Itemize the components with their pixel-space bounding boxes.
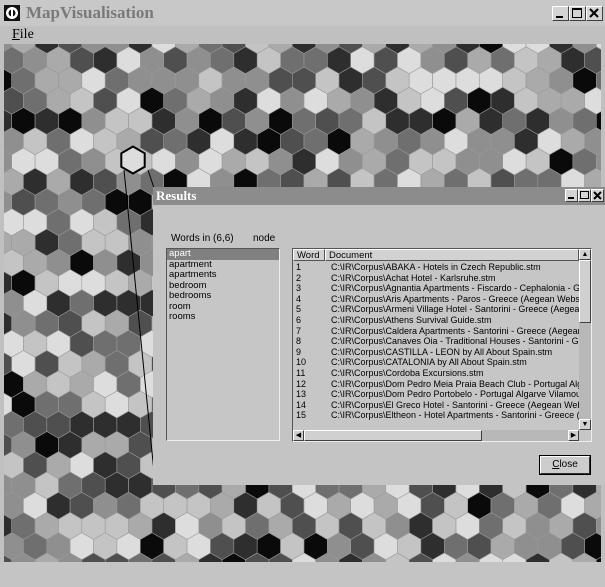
close-window-button[interactable] [586, 6, 603, 21]
horizontal-scroll-thumb[interactable] [304, 430, 482, 441]
arrow-left-icon: ◀ [295, 432, 302, 439]
menu-file-label: ile [19, 27, 34, 42]
table-row[interactable]: 10 C:\IR\Corpus\CATALONIA by All About Sp… [293, 357, 579, 368]
words-listbox[interactable]: apart apartment apartments bedroom bedrooms r… [166, 248, 280, 441]
row-document: C:\IR\Corpus\Dom Pedro Meia Praia Beach … [331, 378, 579, 389]
table-row[interactable]: 8 C:\IR\Corpus\Canaves Oia - Traditional … [293, 336, 579, 347]
row-number: 4 [296, 293, 302, 304]
arrow-down-icon: ▼ [581, 421, 589, 428]
row-number: 6 [296, 314, 302, 325]
minimize-button[interactable] [552, 6, 569, 21]
row-document: C:\IR\Corpus\Achat Hotel - Karlsruhe.stm [331, 272, 496, 283]
words-label: Words in (6,6) [171, 233, 234, 244]
row-document: C:\IR\Corpus\CATALONIA by All About Spai… [331, 357, 527, 368]
documents-header: Word Document [293, 249, 579, 261]
results-close-button[interactable] [591, 189, 604, 202]
table-row[interactable]: 3 C:\IR\Corpus\Agnantia Apartments - Fisc… [293, 283, 579, 294]
row-number: 9 [296, 346, 302, 357]
horizontal-scrollbar[interactable]: ◀ ▶ [293, 430, 579, 441]
results-title-bar[interactable]: Results [153, 187, 605, 205]
minimize-icon [556, 16, 563, 18]
results-maximize-button[interactable] [578, 189, 591, 202]
table-row[interactable]: 5 C:\IR\Corpus\Armeni Village Hotel - San… [293, 304, 579, 315]
maximize-icon [572, 8, 582, 18]
scroll-left-button[interactable]: ◀ [293, 430, 304, 441]
row-number: 13 [296, 389, 307, 400]
menu-file-mnemonic: F [12, 27, 20, 42]
row-number: 14 [296, 399, 307, 410]
documents-rows: 1 C:\IR\Corpus\ABAKA - Hotels in Czech Re… [293, 262, 579, 430]
status-bar [0, 562, 605, 587]
table-row[interactable]: 1 C:\IR\Corpus\ABAKA - Hotels in Czech Re… [293, 262, 579, 273]
row-number: 3 [296, 283, 302, 294]
row-number: 15 [296, 410, 307, 421]
results-title: Results [156, 188, 197, 203]
row-document: C:\IR\Corpus\Armeni Village Hotel - Sant… [331, 304, 579, 315]
minimize-icon [568, 197, 574, 199]
row-document: C:\IR\Corpus\El Greco Hotel - Santorini … [331, 399, 579, 410]
table-row[interactable]: 7 C:\IR\Corpus\Caldera Apartments - Santo… [293, 326, 579, 337]
row-document: C:\IR\Corpus\CASTILLA - LEON by All Abou… [331, 346, 553, 357]
menu-bar: File [0, 26, 605, 44]
maximize-icon [580, 191, 589, 199]
row-document: C:\IR\Corpus\Caldera Apartments - Santor… [331, 325, 579, 336]
word-item[interactable]: rooms [167, 311, 279, 323]
word-item[interactable]: bedrooms [167, 290, 279, 302]
close-icon [593, 191, 602, 200]
table-row[interactable]: 11 C:\IR\Corpus\Cordoba Excursions.stm [293, 368, 579, 379]
results-dialog: Results Words in (6,6) node apart apartme… [153, 187, 605, 485]
scroll-right-button[interactable]: ▶ [568, 430, 579, 441]
vertical-scroll-thumb[interactable] [579, 260, 591, 323]
vertical-scrollbar[interactable]: ▲ ▼ [579, 249, 591, 430]
row-number: 7 [296, 325, 302, 336]
column-header-document[interactable]: Document [325, 249, 579, 261]
close-label: lose [559, 459, 578, 470]
row-document: C:\IR\Corpus\Athens Survival Guide.stm [331, 314, 492, 325]
row-document: C:\IR\Corpus\ABAKA - Hotels in Czech Rep… [331, 262, 541, 272]
scroll-up-button[interactable]: ▲ [579, 249, 591, 260]
arrow-right-icon: ▶ [570, 432, 577, 439]
main-window: MapVisualisation File Results Words in (… [0, 0, 605, 587]
row-number: 10 [296, 357, 307, 368]
selected-hex-cell[interactable] [120, 145, 146, 175]
documents-table[interactable]: Word Document 1 C:\IR\Corpus\ABAKA - Hote… [292, 248, 592, 442]
row-document: C:\IR\Corpus\Dom Pedro Portobelo - Portu… [331, 389, 579, 400]
row-document: C:\IR\Corpus\Canaves Oia - Traditional H… [331, 336, 579, 347]
row-document: C:\IR\Corpus\Cordoba Excursions.stm [331, 367, 484, 378]
row-number: 1 [296, 262, 302, 272]
table-row[interactable]: 4 C:\IR\Corpus\Aris Apartments - Paros - … [293, 294, 579, 305]
maximize-button[interactable] [569, 6, 586, 21]
table-row[interactable]: 12 C:\IR\Corpus\Dom Pedro Meia Praia Beac… [293, 379, 579, 390]
row-document: C:\IR\Corpus\Eltheon - Hotel Apartments … [331, 410, 579, 421]
scroll-down-button[interactable]: ▼ [579, 419, 591, 430]
row-document: C:\IR\Corpus\Aris Apartments - Paros - G… [331, 293, 579, 304]
table-row[interactable]: 6 C:\IR\Corpus\Athens Survival Guide.stm [293, 315, 579, 326]
title-bar[interactable]: MapVisualisation [0, 0, 605, 26]
close-button[interactable]: Close [539, 455, 591, 475]
column-header-word[interactable]: Word [293, 249, 325, 261]
row-document: C:\IR\Corpus\Agnantia Apartments - Fisca… [331, 283, 579, 294]
arrow-up-icon: ▲ [581, 251, 589, 258]
window-title: MapVisualisation [26, 3, 154, 22]
table-row[interactable]: 15 C:\IR\Corpus\Eltheon - Hotel Apartment… [293, 410, 579, 421]
close-icon [589, 8, 599, 18]
results-minimize-button[interactable] [565, 189, 578, 202]
node-label: node [253, 233, 276, 244]
row-number: 2 [296, 272, 302, 283]
row-number: 12 [296, 378, 307, 389]
row-number: 8 [296, 336, 302, 347]
word-item[interactable]: apart [167, 248, 279, 260]
table-row[interactable]: 13 C:\IR\Corpus\Dom Pedro Portobelo - Por… [293, 389, 579, 400]
menu-file[interactable]: File [12, 27, 34, 43]
table-row[interactable]: 9 C:\IR\Corpus\CASTILLA - LEON by All Abo… [293, 347, 579, 358]
table-row[interactable]: 2 C:\IR\Corpus\Achat Hotel - Karlsruhe.st… [293, 273, 579, 284]
word-item[interactable]: apartments [167, 269, 279, 281]
table-row[interactable]: 14 C:\IR\Corpus\El Greco Hotel - Santorin… [293, 400, 579, 411]
row-number: 5 [296, 304, 302, 315]
app-logo-icon [4, 5, 20, 21]
row-number: 11 [296, 367, 306, 378]
